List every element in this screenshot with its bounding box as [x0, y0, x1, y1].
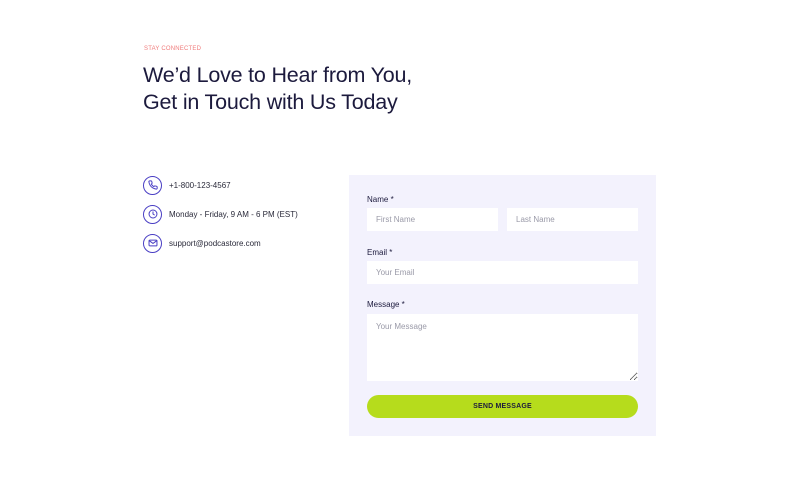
- contact-info-list: +1-800-123-4567 Monday - Friday, 9 AM - …: [143, 175, 298, 262]
- email-label: Email *: [367, 248, 393, 257]
- email-input[interactable]: [367, 261, 638, 284]
- contact-form: Name * Email * Message * SEND MESSAGE: [349, 175, 656, 436]
- page-title: We’d Love to Hear from You, Get in Touch…: [143, 63, 413, 114]
- section-eyebrow: STAY CONNECTED: [144, 46, 202, 52]
- mail-icon: [143, 233, 162, 253]
- contact-hours-text: Monday - Friday, 9 AM - 6 PM (EST): [169, 209, 298, 219]
- contact-section: STAY CONNECTED We’d Love to Hear from Yo…: [0, 0, 800, 497]
- phone-icon: [143, 175, 162, 195]
- clock-icon: [143, 204, 162, 224]
- name-label: Name *: [367, 195, 394, 204]
- contact-phone: +1-800-123-4567: [143, 175, 298, 195]
- message-textarea[interactable]: [367, 314, 638, 381]
- last-name-input[interactable]: [507, 208, 638, 231]
- contact-email-text: support@podcastore.com: [169, 238, 261, 248]
- message-label: Message *: [367, 300, 405, 309]
- contact-email: support@podcastore.com: [143, 233, 298, 253]
- send-message-button[interactable]: SEND MESSAGE: [367, 395, 638, 418]
- contact-hours: Monday - Friday, 9 AM - 6 PM (EST): [143, 204, 298, 224]
- first-name-input[interactable]: [367, 208, 498, 231]
- contact-phone-text: +1-800-123-4567: [169, 180, 231, 190]
